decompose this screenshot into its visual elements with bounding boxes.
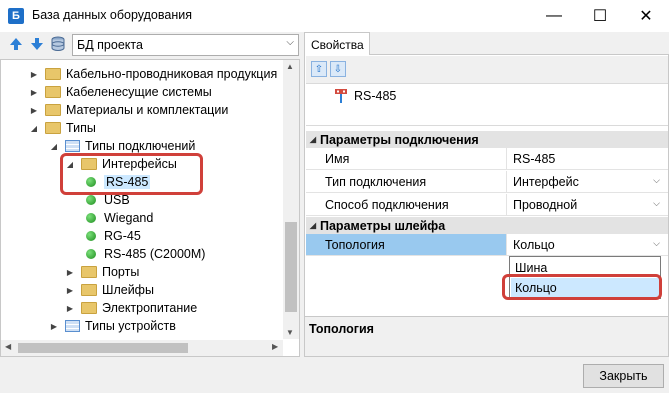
folder-icon [45, 104, 61, 116]
status-dot-icon [86, 249, 96, 259]
table-icon [65, 140, 80, 152]
expand-arrow-icon[interactable]: ▶ [49, 322, 59, 331]
move-down-icon[interactable] [29, 36, 45, 52]
tree-item[interactable]: Wiegand [83, 209, 153, 227]
tree-item-label: Типы подключений [85, 139, 196, 153]
chevron-down-icon: ⌵ [286, 37, 294, 48]
table-icon [65, 320, 80, 332]
sort-categorized-icon[interactable]: ⇧ [311, 61, 327, 77]
tree-item[interactable]: ▶ Шлейфы [65, 281, 154, 299]
maximize-button[interactable]: ☐ [577, 0, 623, 32]
chevron-down-icon[interactable]: ⌵ [653, 175, 660, 186]
tree-item-label: RS-485 (C2000M) [104, 247, 206, 261]
tree-item-label: Кабеленесущие системы [66, 85, 212, 99]
status-dot-icon [86, 195, 96, 205]
property-value[interactable]: Проводной [508, 194, 668, 215]
minimize-button[interactable]: — [531, 0, 577, 32]
tree-item[interactable]: ▶ Типы устройств [49, 317, 176, 335]
equipment-tree[interactable]: ▶ Кабельно-проводниковая продукция ▶ Кабеле… [0, 59, 300, 357]
tree-item-label: Шлейфы [102, 283, 154, 297]
scroll-right-arrow-icon[interactable]: ▶ [272, 342, 278, 351]
property-row[interactable]: Способ подключения Проводной ⌵ [306, 194, 668, 216]
collapse-arrow-icon[interactable]: ◢ [306, 221, 320, 230]
app-icon: Б [8, 8, 24, 24]
property-category-title: Параметры шлейфа [320, 218, 446, 233]
property-value[interactable]: Интерфейс [508, 171, 668, 192]
collapse-arrow-icon[interactable]: ◢ [49, 142, 59, 151]
highlight-frame-option [502, 274, 662, 300]
property-category[interactable]: ◢ Параметры подключения [306, 131, 668, 148]
tree-item[interactable]: RS-485 (C2000M) [83, 245, 205, 263]
tab-properties[interactable]: Свойства [304, 32, 370, 55]
property-value[interactable]: RS-485 [508, 148, 668, 169]
expand-arrow-icon[interactable]: ▶ [65, 286, 75, 295]
tree-item-label: Wiegand [104, 211, 154, 225]
folder-icon [81, 266, 97, 278]
tree-item-label: Кабельно-проводниковая продукция [66, 67, 278, 81]
status-dot-icon [86, 213, 96, 223]
tree-item-label: Материалы и комплектации [66, 103, 229, 117]
tree-item[interactable]: ▶ Порты [65, 263, 139, 281]
tree-item[interactable]: ▶ Кабеленесущие системы [29, 83, 212, 101]
window-title: База данных оборудования [32, 8, 192, 22]
object-name: RS-485 [354, 89, 397, 103]
expand-arrow-icon[interactable]: ▶ [65, 268, 75, 277]
chevron-down-icon[interactable]: ⌵ [653, 238, 660, 249]
property-row[interactable]: Топология Кольцо ⌵ [306, 234, 668, 256]
folder-icon [45, 122, 61, 134]
database-select-value: БД проекта [77, 38, 143, 52]
chevron-down-icon[interactable]: ⌵ [653, 198, 660, 209]
property-description: Топология [305, 316, 668, 356]
tree-item[interactable]: ▶ Материалы и комплектации [29, 101, 228, 119]
property-category-title: Параметры подключения [320, 132, 479, 147]
scroll-down-arrow-icon[interactable]: ▼ [286, 328, 294, 337]
tree-item-label: RG-45 [104, 229, 141, 243]
tree-item[interactable]: ◢ Типы [29, 119, 96, 137]
property-name: Топология [306, 234, 507, 255]
tree-item-label: Типы устройств [85, 319, 176, 333]
folder-icon [81, 302, 97, 314]
tree-item-label: Типы [66, 121, 96, 135]
folder-icon [81, 284, 97, 296]
property-row[interactable]: Имя RS-485 [306, 148, 668, 170]
collapse-arrow-icon[interactable]: ◢ [306, 135, 320, 144]
sort-alphabetical-icon[interactable]: ⇩ [330, 61, 346, 77]
expand-arrow-icon[interactable]: ▶ [29, 70, 39, 79]
tree-vertical-scroll-thumb[interactable] [285, 222, 297, 312]
property-value[interactable]: Кольцо [508, 234, 668, 255]
property-name: Тип подключения [306, 171, 507, 192]
database-icon[interactable] [50, 36, 66, 52]
status-dot-icon [86, 231, 96, 241]
close-button[interactable]: Закрыть [583, 364, 664, 388]
highlight-frame [60, 153, 203, 195]
tree-item[interactable]: ▶ Электропитание [65, 299, 197, 317]
property-row[interactable]: Тип подключения Интерфейс ⌵ [306, 171, 668, 193]
properties-toolbar [306, 56, 668, 84]
tree-item-label: Электропитание [102, 301, 198, 315]
expand-arrow-icon[interactable]: ▶ [65, 304, 75, 313]
move-up-icon[interactable] [8, 36, 24, 52]
connection-type-icon [334, 88, 348, 107]
expand-arrow-icon[interactable]: ▶ [29, 106, 39, 115]
property-category[interactable]: ◢ Параметры шлейфа [306, 217, 668, 234]
property-name: Способ подключения [306, 194, 507, 215]
database-select[interactable]: БД проекта ⌵ [72, 34, 299, 56]
tree-item-label: USB [104, 193, 130, 207]
tree-horizontal-scroll-thumb[interactable] [18, 343, 188, 353]
tree-item[interactable]: RG-45 [83, 227, 141, 245]
expand-arrow-icon[interactable]: ▶ [29, 88, 39, 97]
scroll-up-arrow-icon[interactable]: ▲ [286, 62, 294, 71]
tree-item-label: Порты [102, 265, 140, 279]
tree-item[interactable]: ▶ Кабельно-проводниковая продукция [29, 65, 277, 83]
folder-icon [45, 86, 61, 98]
folder-icon [45, 68, 61, 80]
close-window-button[interactable]: ✕ [623, 0, 669, 32]
property-name: Имя [306, 148, 507, 169]
scroll-left-arrow-icon[interactable]: ◀ [5, 342, 11, 351]
collapse-arrow-icon[interactable]: ◢ [29, 124, 39, 133]
